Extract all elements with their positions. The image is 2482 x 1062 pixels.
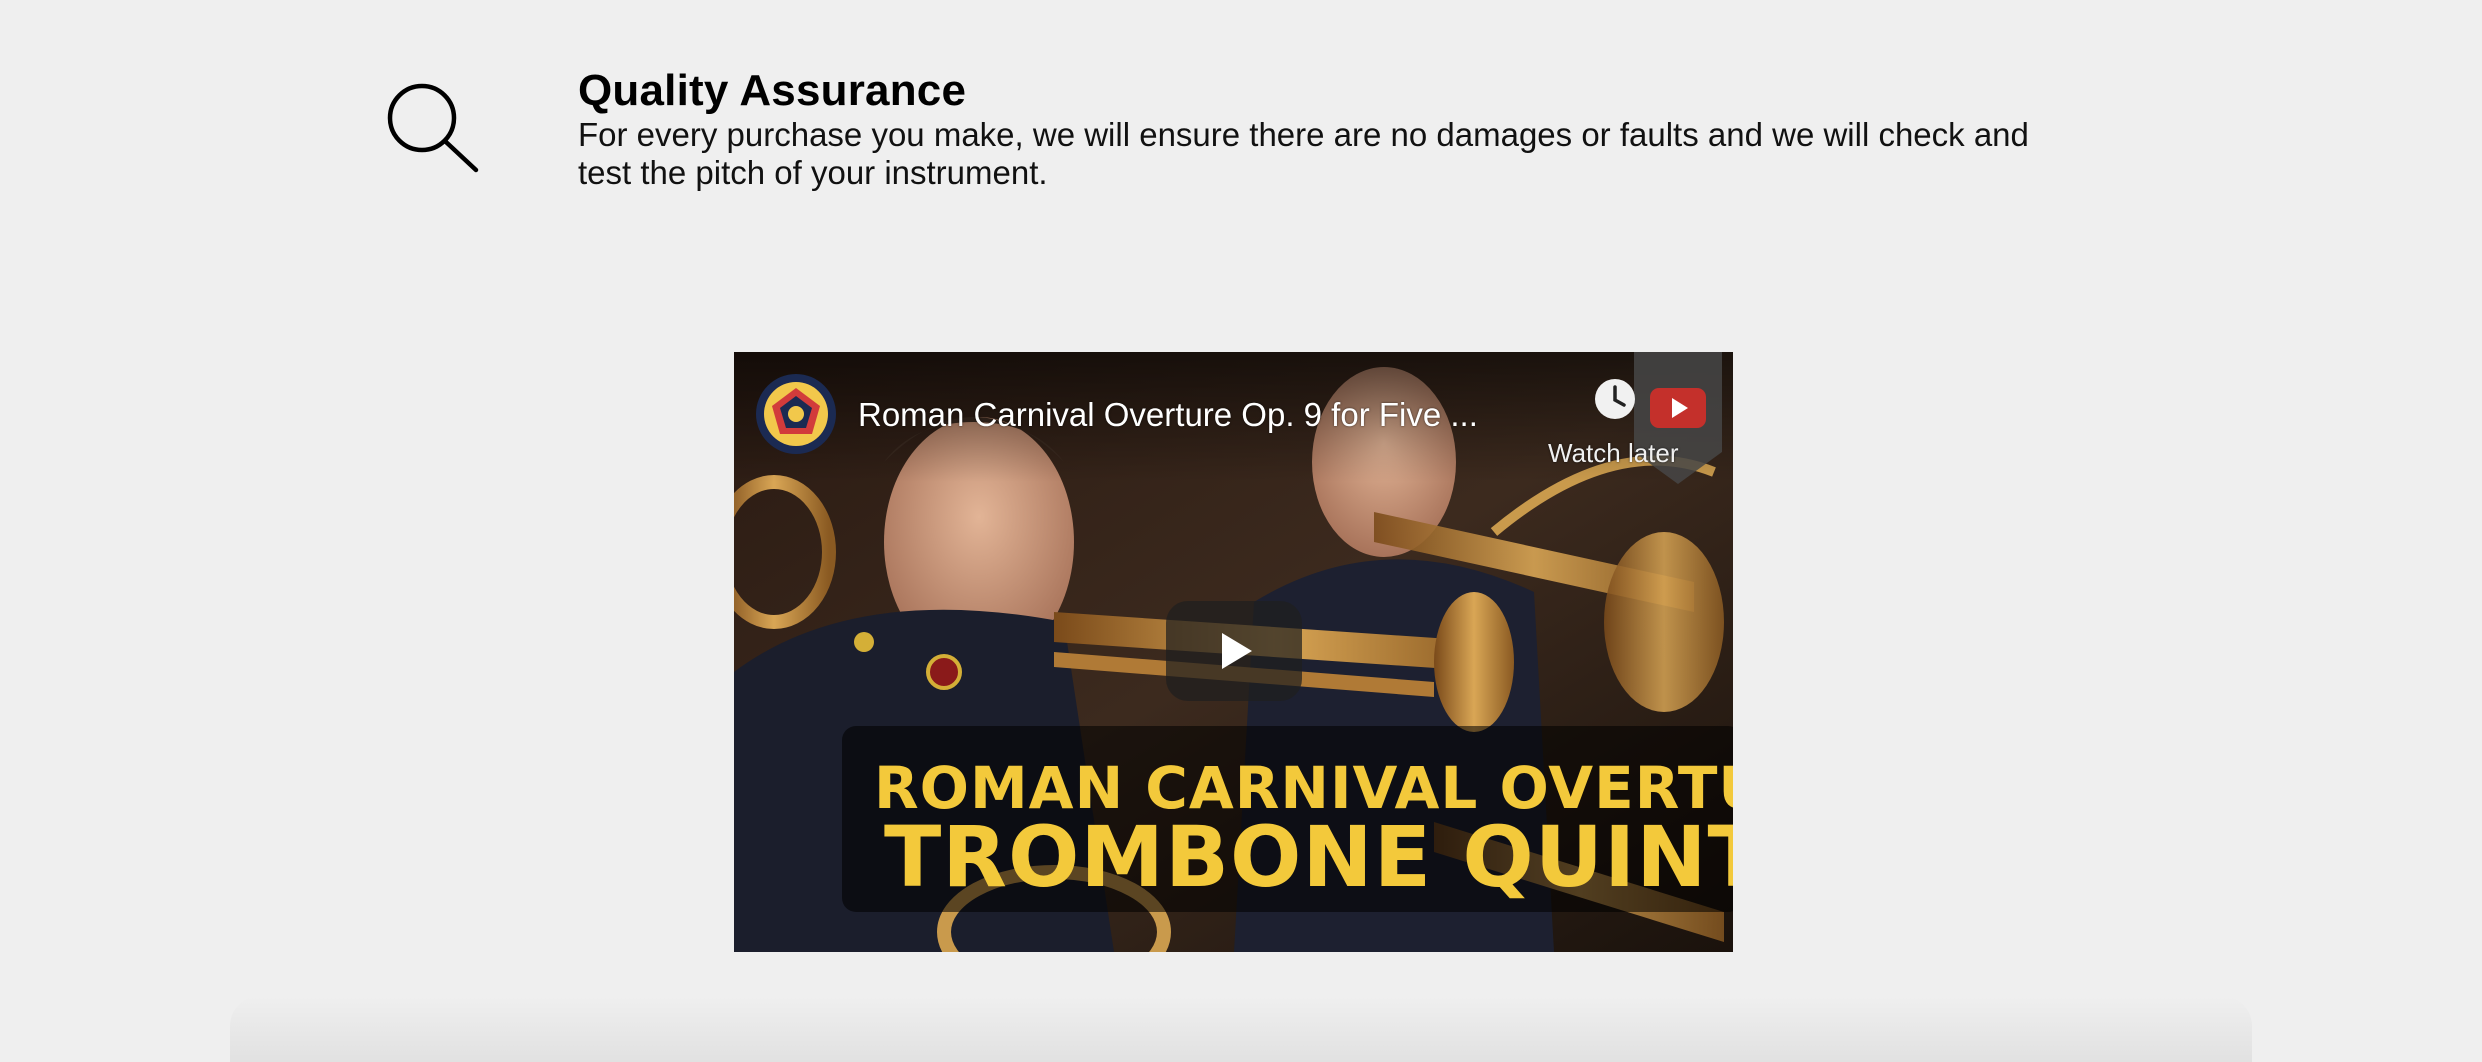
watch-later-label[interactable]: Watch later <box>1548 438 1679 469</box>
play-button[interactable] <box>1166 601 1302 701</box>
feature-title: Quality Assurance <box>578 66 967 115</box>
channel-logo-icon[interactable] <box>756 374 836 454</box>
clock-icon[interactable] <box>1594 378 1636 420</box>
bottom-section-shadow <box>230 996 2252 1062</box>
youtube-icon <box>1650 388 1706 428</box>
magnifier-icon <box>380 78 480 178</box>
thumbnail-banner-line2: TROMBONE QUINTET <box>884 808 1733 906</box>
video-embed[interactable]: Roman Carnival Overture Op. 9 for Five .… <box>734 352 1733 952</box>
page: Quality Assurance For every purchase you… <box>0 0 2482 1062</box>
video-title[interactable]: Roman Carnival Overture Op. 9 for Five .… <box>858 396 1558 434</box>
feature-description: For every purchase you make, we will ens… <box>578 116 2029 191</box>
